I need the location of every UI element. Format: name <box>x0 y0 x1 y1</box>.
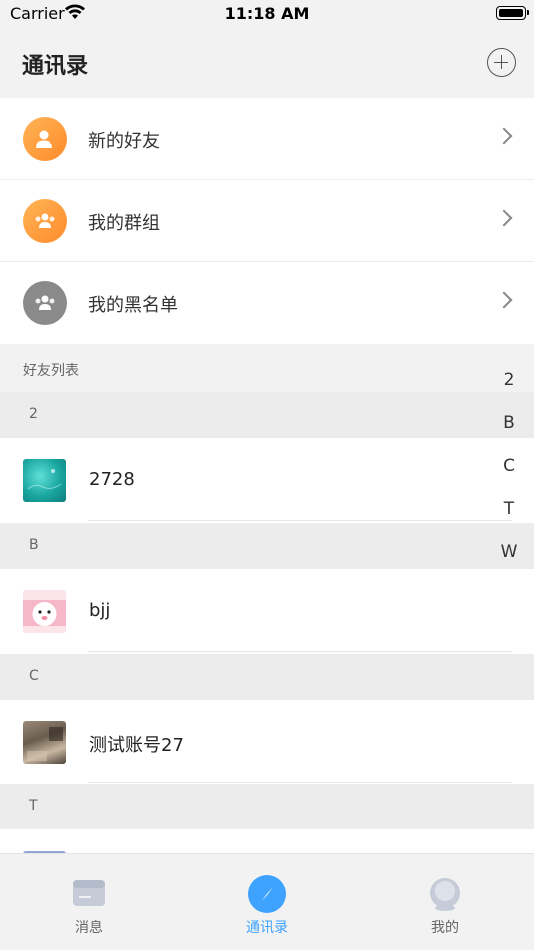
blacklist-icon <box>23 281 67 325</box>
section-header: B <box>0 523 534 569</box>
menu-item-my-groups[interactable]: 我的群组 <box>0 180 534 262</box>
menu-item-new-friends[interactable]: 新的好友 <box>0 98 534 180</box>
contact-name: bjj <box>89 600 111 621</box>
row-divider <box>88 651 512 652</box>
contact-row[interactable]: 2728 <box>0 438 534 523</box>
friends-list-title: 好友列表 <box>23 363 79 379</box>
contact-name: 测试账号27 <box>89 735 184 756</box>
avatar <box>23 590 66 633</box>
index-letter[interactable]: W <box>498 538 520 581</box>
chevron-right-icon <box>495 209 513 227</box>
navigation-bar: 通讯录 <box>0 28 534 98</box>
index-letter[interactable]: T <box>498 495 520 538</box>
add-friend-icon <box>23 117 67 161</box>
tab-bar: 消息 通讯录 我的 <box>0 853 534 950</box>
compass-icon <box>248 875 286 913</box>
contact-row[interactable]: 测试账号27 <box>0 700 534 785</box>
tab-label: 通讯录 <box>246 920 288 936</box>
status-bar: Carrier 11:18 AM <box>0 0 534 28</box>
menu-label: 我的黑名单 <box>88 295 178 316</box>
section-letter: 2 <box>29 406 38 422</box>
page-title: 通讯录 <box>22 54 89 79</box>
menu-item-blacklist[interactable]: 我的黑名单 <box>0 262 534 344</box>
section-letter: B <box>29 537 39 553</box>
index-letter[interactable]: 2 <box>498 366 520 409</box>
tab-label: 消息 <box>75 920 103 936</box>
tab-label: 我的 <box>431 920 459 936</box>
chevron-right-icon <box>495 127 513 145</box>
tab-profile[interactable]: 我的 <box>356 854 534 950</box>
contact-name: 2728 <box>89 469 135 490</box>
menu-label: 我的群组 <box>88 213 160 234</box>
section-header: T <box>0 784 534 830</box>
row-divider <box>88 520 512 521</box>
tab-contacts[interactable]: 通讯录 <box>178 854 356 950</box>
index-letter[interactable]: B <box>498 409 520 452</box>
avatar <box>23 721 66 764</box>
section-header: C <box>0 654 534 700</box>
profile-icon <box>430 878 460 911</box>
message-icon <box>73 880 105 906</box>
alphabet-index-bar[interactable]: 2 B C T W <box>498 366 520 581</box>
tab-messages[interactable]: 消息 <box>0 854 178 950</box>
contact-row[interactable]: bjj <box>0 569 534 654</box>
row-divider <box>88 782 512 783</box>
add-contact-button[interactable] <box>487 48 516 77</box>
status-time: 11:18 AM <box>224 4 310 23</box>
chevron-right-icon <box>495 291 513 309</box>
section-header: 2 <box>0 392 534 438</box>
index-letter[interactable]: C <box>498 452 520 495</box>
battery-icon <box>496 6 529 20</box>
contact-row[interactable] <box>0 829 534 855</box>
section-letter: T <box>29 798 38 814</box>
contacts-menu: 新的好友 我的群组 我的黑名单 <box>0 98 534 344</box>
avatar <box>23 459 66 502</box>
section-letter: C <box>29 668 39 684</box>
menu-label: 新的好友 <box>88 131 160 152</box>
friends-list-header: 好友列表 <box>0 348 534 392</box>
group-icon <box>23 199 67 243</box>
